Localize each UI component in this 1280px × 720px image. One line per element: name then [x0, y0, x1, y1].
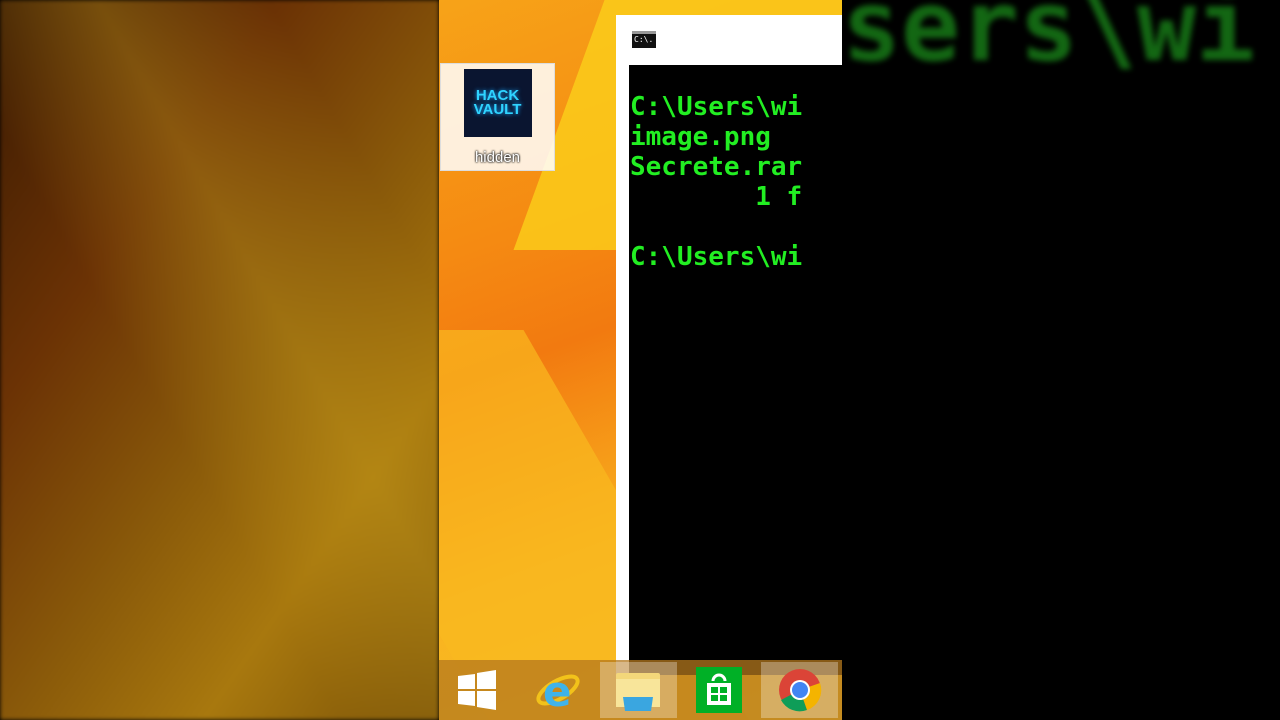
terminal-line: C:\Users\wi [630, 242, 803, 272]
windows-logo-icon [458, 670, 497, 710]
taskbar-chrome[interactable] [761, 662, 838, 718]
start-button[interactable] [439, 662, 516, 718]
terminal-line: 1 f [630, 182, 803, 212]
chrome-icon [778, 669, 821, 712]
cmd-icon: C:\. [632, 31, 656, 48]
svg-text:e: e [543, 668, 572, 712]
taskbar-store[interactable] [681, 662, 758, 718]
desktop-icon-label: hidden [474, 149, 521, 166]
blurred-terminal-text: sers\wi [842, 0, 1256, 84]
internet-explorer-icon: e [536, 668, 580, 712]
desktop-icon-hidden[interactable]: HACK VAULT hidden [440, 63, 555, 171]
terminal-line: ​ [630, 212, 842, 242]
folder-icon [616, 673, 661, 711]
terminal-line: C:\Users\wi [630, 92, 803, 122]
terminal-line: image.png [630, 122, 771, 152]
terminal-line: Secrete.rar [630, 152, 803, 182]
hack-vault-thumbnail: HACK VAULT [463, 69, 532, 137]
blurred-background-right: sers\wi [842, 0, 1280, 720]
blurred-background-left [0, 0, 439, 720]
taskbar-internet-explorer[interactable]: e [520, 662, 597, 718]
taskbar-file-explorer[interactable] [600, 662, 677, 718]
desktop: HACK VAULT hidden C:\. C:\Users\wi image… [439, 0, 842, 720]
store-icon [696, 667, 743, 713]
taskbar: e [439, 660, 842, 720]
command-prompt-window[interactable]: C:\. C:\Users\wi image.png Secrete.rar 1… [616, 15, 842, 675]
terminal-output[interactable]: C:\Users\wi image.png Secrete.rar 1 f ​ … [629, 65, 842, 675]
